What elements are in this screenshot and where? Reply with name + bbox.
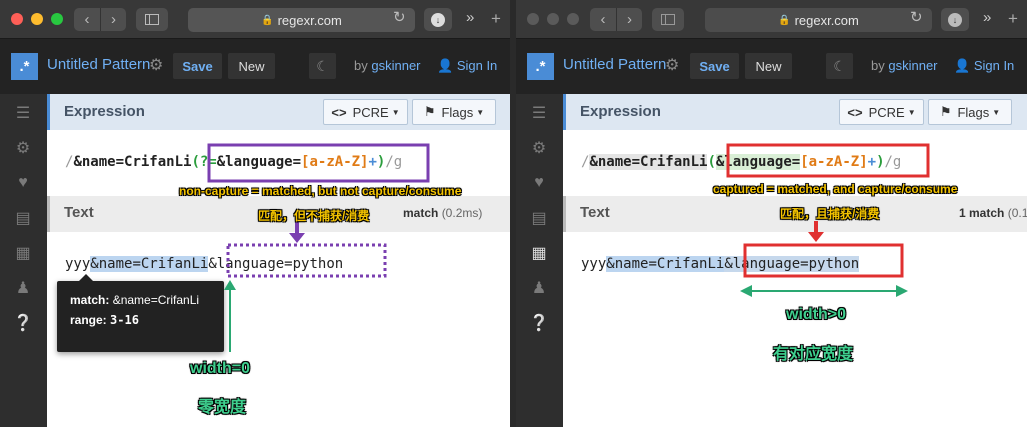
capture-group-outline-box	[726, 143, 930, 178]
noncapture-note: non-capture = matched, but not capture/c…	[179, 184, 462, 198]
right-browser-window: ‹ › 🔒 regexr.com ↻ ↓ » + .* Untitled Pat…	[516, 0, 1027, 427]
width-positive-label-zh: 有对应宽度	[773, 346, 854, 363]
noncapture-note-zh: 匹配，但不捕获/消费	[258, 209, 370, 223]
right-annotation-overlay	[726, 143, 930, 297]
width-zero-label-zh: 零宽度	[198, 399, 247, 416]
left-annotation-overlay	[207, 143, 430, 352]
width-positive-label: width>0	[786, 306, 847, 323]
captured-text-outline-box	[743, 243, 904, 278]
zero-width-dotted-box	[226, 243, 387, 278]
green-arrow-head-right	[896, 285, 908, 297]
capture-note-zh: 匹配，且捕获/消费	[780, 207, 880, 221]
left-browser-window: ‹ › 🔒 regexr.com ↻ ↓ » + .* Untitled Pat…	[0, 0, 510, 427]
green-arrow-head	[224, 280, 236, 290]
capture-note: captured = matched, and capture/consume	[713, 182, 958, 196]
width-zero-label: width=0	[190, 360, 251, 377]
comparison-root: ‹ › 🔒 regexr.com ↻ ↓ » + .* Untitled Pat…	[0, 0, 1027, 427]
lookahead-outline-box	[207, 143, 430, 183]
purple-arrow-head	[289, 233, 305, 243]
red-arrow-head	[808, 232, 824, 242]
green-arrow-head-left	[740, 285, 752, 297]
